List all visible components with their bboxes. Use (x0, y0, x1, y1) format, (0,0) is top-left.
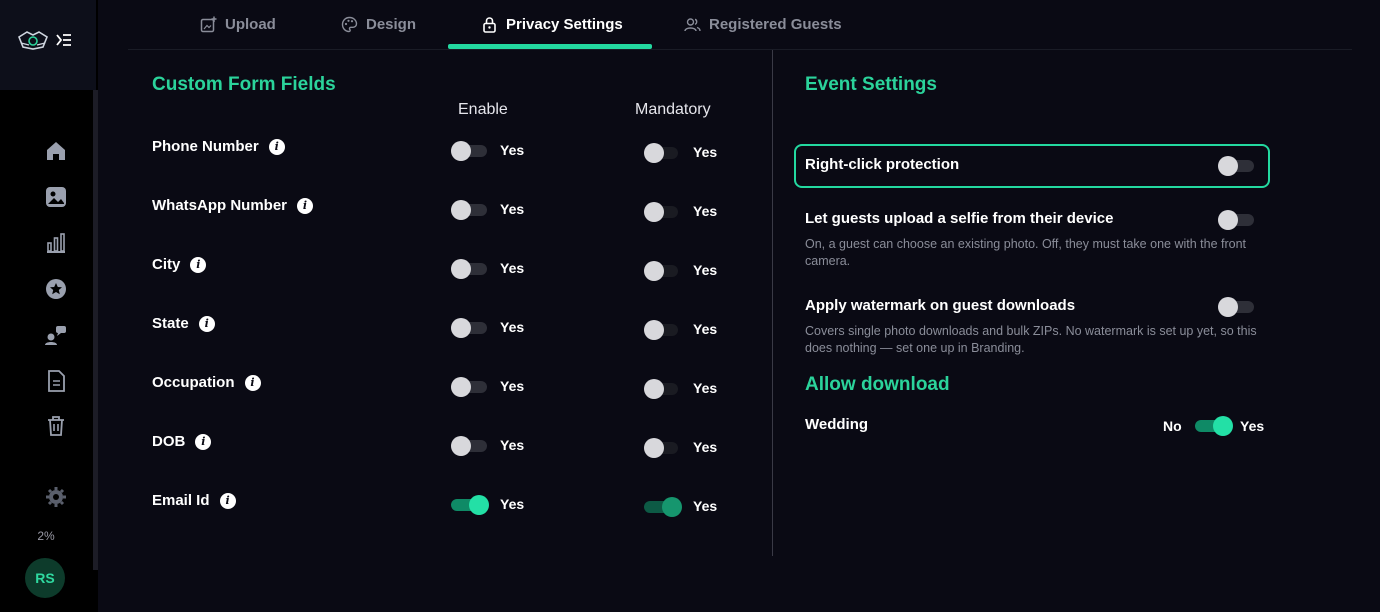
dob-mandatory-toggle[interactable] (644, 438, 680, 458)
whatsapp-number-label: WhatsApp Number i (152, 197, 313, 214)
analytics-icon[interactable] (44, 231, 68, 255)
upload-icon (200, 16, 217, 32)
active-tab-indicator (448, 44, 652, 49)
watermark-toggle[interactable] (1218, 297, 1254, 317)
custom-form-fields-title: Custom Form Fields (152, 74, 336, 95)
allow-download-toggle[interactable] (1195, 416, 1233, 436)
mandatory-column-header: Mandatory (635, 101, 711, 118)
allow-download-title: Allow download (805, 374, 950, 395)
occupation-label: Occupation i (152, 374, 261, 391)
dob-label: DOB i (152, 433, 212, 450)
enable-column-header: Enable (458, 101, 508, 118)
tab-label: Design (366, 15, 417, 33)
tab-label: Registered Guests (709, 15, 842, 33)
selfie-upload-description: On, a guest can choose an existing photo… (805, 237, 1247, 268)
right-click-protection-label: Right-click protection (805, 156, 960, 173)
settings-icon[interactable] (44, 485, 68, 509)
wedding-label: Wedding (805, 416, 869, 433)
right-click-protection-toggle[interactable] (1218, 156, 1254, 176)
dob-enable-yes-label: Yes (500, 437, 525, 453)
city-label: City i (152, 256, 207, 273)
logo-icon (18, 31, 48, 50)
download-no-label: No (1163, 418, 1182, 434)
selfie-upload-label: Let guests upload a selfie from their de… (805, 210, 1114, 227)
field-label-text: City (152, 256, 181, 273)
occupation-mandatory-toggle[interactable] (644, 379, 680, 399)
whatsapp-number-enable-toggle[interactable] (451, 200, 487, 220)
sidebar-scrollbar[interactable] (93, 90, 98, 570)
tab-label: Upload (225, 15, 276, 33)
collapse-menu-icon[interactable] (55, 31, 73, 49)
field-label-text: Email Id (152, 492, 210, 509)
sidebar-header (0, 0, 96, 90)
email-id-enable-toggle[interactable] (451, 495, 489, 515)
phone-number-mandatory-toggle[interactable] (644, 143, 680, 163)
field-label-text: Phone Number (152, 138, 259, 155)
document-icon[interactable] (44, 369, 68, 393)
field-label-text: WhatsApp Number (152, 197, 287, 214)
info-icon[interactable]: i (244, 374, 261, 391)
occupation-enable-toggle[interactable] (451, 377, 487, 397)
favorites-icon[interactable] (44, 277, 68, 301)
watermark-label: Apply watermark on guest downloads (805, 297, 1076, 314)
info-icon[interactable]: i (195, 433, 212, 450)
city-enable-yes-label: Yes (500, 260, 525, 276)
phone-number-mandatory-yes-label: Yes (693, 144, 718, 160)
occupation-enable-yes-label: Yes (500, 378, 525, 394)
palette-icon (341, 16, 358, 32)
phone-number-label: Phone Number i (152, 138, 285, 155)
tab-bar: Upload Design Privacy Settings Registere… (128, 0, 1352, 50)
state-label: State i (152, 315, 215, 332)
info-icon[interactable]: i (219, 492, 236, 509)
phone-number-enable-yes-label: Yes (500, 142, 525, 158)
tab-registered-guests[interactable]: Registered Guests (684, 12, 842, 36)
info-icon[interactable]: i (190, 256, 207, 273)
email-id-enable-yes-label: Yes (500, 496, 525, 512)
sidebar: 2% RS (0, 0, 98, 612)
whatsapp-number-enable-yes-label: Yes (500, 201, 525, 217)
users-icon (684, 17, 701, 31)
lock-icon (483, 16, 496, 33)
event-settings-title: Event Settings (805, 74, 937, 95)
email-id-mandatory-toggle[interactable] (644, 497, 682, 517)
guests-icon[interactable] (44, 323, 68, 347)
gallery-icon[interactable] (44, 185, 68, 209)
tab-label: Privacy Settings (506, 15, 623, 33)
watermark-description: Covers single photo downloads and bulk Z… (805, 324, 1257, 355)
state-enable-toggle[interactable] (451, 318, 487, 338)
city-mandatory-toggle[interactable] (644, 261, 680, 281)
column-divider (772, 50, 773, 556)
occupation-mandatory-yes-label: Yes (693, 380, 718, 396)
dob-mandatory-yes-label: Yes (693, 439, 718, 455)
usage-percentage: 2% (37, 529, 55, 543)
home-icon[interactable] (44, 139, 68, 163)
city-enable-toggle[interactable] (451, 259, 487, 279)
field-label-text: Occupation (152, 374, 235, 391)
state-mandatory-toggle[interactable] (644, 320, 680, 340)
field-label-text: State (152, 315, 189, 332)
tab-upload[interactable]: Upload (200, 12, 276, 36)
phone-number-enable-toggle[interactable] (451, 141, 487, 161)
info-icon[interactable]: i (297, 197, 313, 214)
state-mandatory-yes-label: Yes (693, 321, 718, 337)
selfie-upload-toggle[interactable] (1218, 210, 1254, 230)
avatar[interactable]: RS (25, 558, 65, 598)
trash-icon[interactable] (44, 414, 68, 438)
tab-design[interactable]: Design (341, 12, 416, 36)
whatsapp-number-mandatory-toggle[interactable] (644, 202, 680, 222)
dob-enable-toggle[interactable] (451, 436, 487, 456)
city-mandatory-yes-label: Yes (693, 262, 718, 278)
download-yes-label: Yes (1240, 418, 1265, 434)
state-enable-yes-label: Yes (500, 319, 525, 335)
info-icon[interactable]: i (268, 138, 285, 155)
field-label-text: DOB (152, 433, 186, 450)
info-icon[interactable]: i (198, 315, 215, 332)
whatsapp-number-mandatory-yes-label: Yes (693, 203, 718, 219)
email-id-mandatory-yes-label: Yes (693, 498, 718, 514)
email-id-label: Email Id i (152, 492, 236, 509)
tab-privacy-settings[interactable]: Privacy Settings (481, 12, 623, 36)
